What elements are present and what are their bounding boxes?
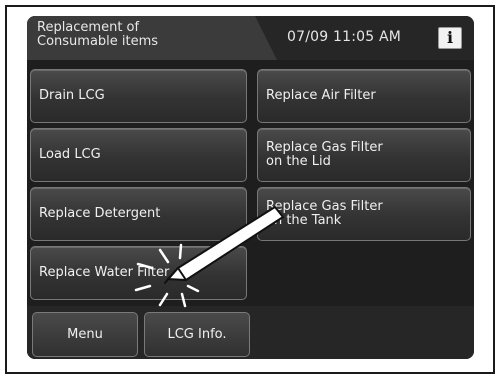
replace-gas-filter-tank-line2: on the Tank (266, 213, 342, 228)
replace-air-filter-button[interactable]: Replace Air Filter (257, 69, 471, 123)
load-lcg-label: Load LCG (39, 147, 101, 162)
drain-lcg-label: Drain LCG (39, 88, 105, 103)
header-bar: Replacement of Consumable items 07/09 11… (27, 16, 474, 60)
datetime-display: 07/09 11:05 AM (287, 29, 402, 45)
lcg-info-label: LCG Info. (167, 327, 227, 342)
info-icon: i (446, 28, 454, 47)
replace-gas-filter-lid-button[interactable]: Replace Gas Filter on the Lid (257, 128, 471, 182)
replace-gas-filter-tank-line1: Replace Gas Filter (266, 199, 383, 214)
replace-gas-filter-lid-line1: Replace Gas Filter (266, 140, 383, 155)
menu-label: Menu (67, 327, 103, 342)
page-title-line2: Consumable items (37, 34, 159, 49)
replace-detergent-label: Replace Detergent (39, 206, 161, 221)
drain-lcg-button[interactable]: Drain LCG (30, 69, 247, 123)
replace-gas-filter-tank-label: Replace Gas Filter on the Tank (266, 200, 383, 228)
info-button[interactable]: i (438, 27, 462, 49)
replace-water-filter-label: Replace Water Filter (39, 265, 170, 280)
lcg-info-button[interactable]: LCG Info. (144, 312, 250, 357)
menu-button[interactable]: Menu (32, 312, 138, 357)
page-title: Replacement of Consumable items (37, 21, 237, 49)
replace-detergent-button[interactable]: Replace Detergent (30, 187, 247, 241)
touch-screen: Replacement of Consumable items 07/09 11… (27, 16, 474, 359)
replace-air-filter-label: Replace Air Filter (266, 88, 376, 103)
page-title-line1: Replacement of (37, 20, 140, 35)
replace-gas-filter-lid-line2: on the Lid (266, 154, 331, 169)
replace-water-filter-button[interactable]: Replace Water Filter (30, 246, 247, 300)
load-lcg-button[interactable]: Load LCG (30, 128, 247, 182)
replace-gas-filter-tank-button[interactable]: Replace Gas Filter on the Tank (257, 187, 471, 241)
replace-gas-filter-lid-label: Replace Gas Filter on the Lid (266, 141, 383, 169)
